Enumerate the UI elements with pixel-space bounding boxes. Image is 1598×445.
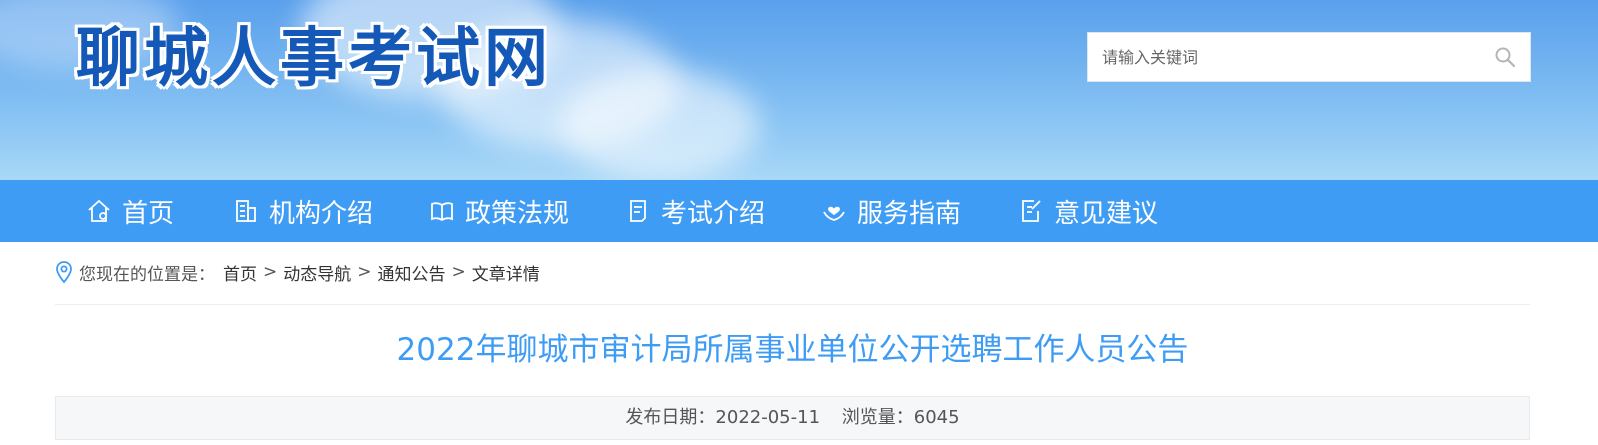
main-nav: 首页 机构介绍 政策法规 考试介绍 服务指南 意见建议: [0, 180, 1598, 242]
breadcrumb-separator: >: [263, 262, 278, 282]
nav-item-feedback[interactable]: 意见建议: [1018, 180, 1158, 242]
nav-item-label: 首页: [122, 198, 175, 229]
breadcrumb-notices[interactable]: 通知公告: [378, 260, 446, 285]
banner-cloud: [560, 70, 760, 180]
breadcrumb: 您现在的位置是： 首页 > 动态导航 > 通知公告 > 文章详情: [55, 258, 540, 286]
article-title: 2022年聊城市审计局所属事业单位公开选聘工作人员公告: [396, 332, 1189, 368]
book-icon: [431, 202, 453, 222]
edit-icon: [1022, 200, 1041, 222]
nav-item-label: 机构介绍: [269, 198, 374, 229]
location-pin-icon: [56, 261, 72, 283]
view-count: 浏览量：6045: [842, 407, 960, 428]
site-logo[interactable]: 聊城人事考试网: [76, 14, 552, 104]
nav-item-label: 意见建议: [1054, 198, 1159, 229]
publish-date: 发布日期：2022-05-11: [625, 407, 820, 428]
article-meta: 发布日期：2022-05-11 浏览量：6045: [55, 396, 1530, 440]
search-icon[interactable]: [1494, 46, 1516, 68]
breadcrumb-label: 您现在的位置是：: [79, 264, 215, 285]
publish-date-label: 发布日期：: [625, 407, 716, 428]
publish-date-value: 2022-05-11: [715, 407, 821, 428]
view-count-label: 浏览量：: [841, 407, 914, 428]
home-icon: [88, 199, 110, 222]
nav-item-exam[interactable]: 考试介绍: [625, 180, 765, 242]
divider: [55, 304, 1530, 305]
breadcrumb-separator: >: [357, 262, 372, 282]
nav-item-home[interactable]: 首页: [86, 180, 174, 242]
breadcrumb-separator: >: [451, 262, 466, 282]
breadcrumb-home[interactable]: 首页: [223, 260, 257, 285]
view-count-value: 6045: [913, 407, 960, 428]
nav-item-policy[interactable]: 政策法规: [429, 180, 569, 242]
nav-item-label: 考试介绍: [661, 198, 766, 229]
building-icon: [236, 200, 256, 222]
search-input[interactable]: [1088, 33, 1478, 81]
nav-item-label: 政策法规: [465, 198, 570, 229]
search-box: [1087, 32, 1531, 82]
nav-item-guide[interactable]: 服务指南: [821, 180, 961, 242]
breadcrumb-article-detail[interactable]: 文章详情: [472, 260, 540, 285]
nav-item-about[interactable]: 机构介绍: [233, 180, 373, 242]
breadcrumb-news-nav[interactable]: 动态导航: [283, 260, 351, 285]
header-banner: 聊城人事考试网: [0, 0, 1598, 180]
document-icon: [630, 200, 646, 222]
heart-hands-icon: [823, 206, 845, 221]
nav-item-label: 服务指南: [857, 198, 962, 229]
